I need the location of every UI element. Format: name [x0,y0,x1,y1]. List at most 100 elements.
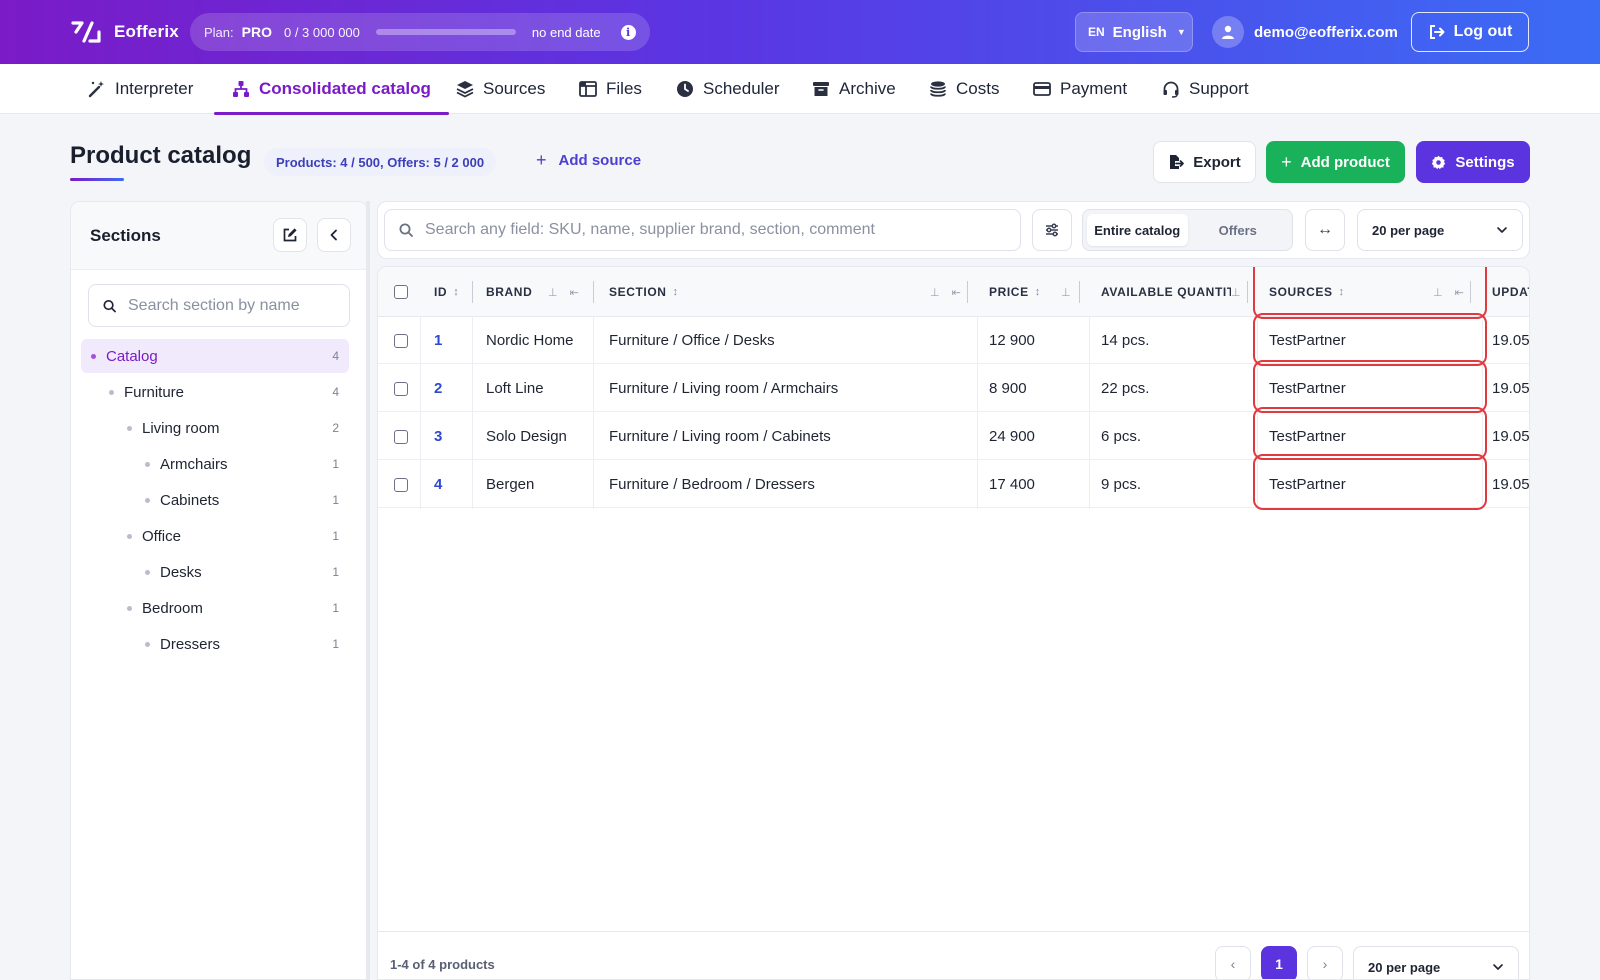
section-count: 1 [332,457,339,471]
nav-scheduler[interactable]: Scheduler [676,64,780,114]
user-email: demo@eofferix.com [1254,23,1398,41]
row-select[interactable] [394,413,408,460]
sort-icon[interactable]: ↕ [1035,286,1041,298]
nav-payment[interactable]: Payment [1033,64,1127,114]
clock-icon [677,81,693,97]
arrows-horizontal-icon: ↔ [1317,221,1333,238]
sources-cell-highlight [1253,360,1487,413]
column-resizer[interactable] [593,281,594,303]
sidebar-resize-handle[interactable] [366,201,370,980]
nav-files[interactable]: Files [579,64,642,114]
bullet-icon [109,389,114,395]
section-count: 1 [332,637,339,651]
nav-label: Costs [956,79,1000,98]
filter-button[interactable] [1032,209,1072,251]
cell-brand: Bergen [486,476,535,493]
section-tree-item[interactable]: Armchairs 1 [71,447,349,481]
nav-archive[interactable]: Archive [812,64,896,114]
page-button-1[interactable]: 1 [1261,946,1297,979]
search-icon [103,299,116,312]
per-page-select[interactable]: 20 per page [1357,209,1523,251]
collapse-sidebar-button[interactable] [317,218,351,252]
prev-page-button[interactable]: ‹ [1215,946,1251,979]
app-logo[interactable]: Eofferix [70,18,179,46]
cell-id[interactable]: 3 [434,413,442,460]
row-select[interactable] [394,317,408,364]
pin-icon[interactable]: ⊥ [930,286,940,299]
catalog-search-field[interactable] [384,209,1021,251]
column-resizer[interactable] [1079,281,1080,303]
select-all[interactable] [394,267,408,317]
section-tree-item[interactable]: Dressers 1 [71,627,349,661]
cell-id[interactable]: 1 [434,317,442,364]
column-header-price[interactable]: PRICE ↕ [989,267,1040,317]
row-select[interactable] [394,365,408,412]
sources-header-highlight [1253,267,1487,319]
bullet-icon [127,425,132,431]
nav-costs[interactable]: Costs [929,64,999,114]
section-tree-item[interactable]: Desks 1 [71,555,349,589]
row-checkbox[interactable] [394,333,408,348]
column-width-button[interactable]: ↔ [1305,209,1345,251]
column-header-id[interactable]: ID ↕ [434,267,459,317]
next-page-button[interactable]: › [1307,946,1343,979]
row-select[interactable] [394,461,408,508]
cell-price: 17 400 [989,476,1035,493]
logout-button[interactable]: Log out [1411,12,1529,52]
nav-sources[interactable]: Sources [456,64,545,114]
main-nav: Interpreter Consolidated catalog Sources… [0,64,1600,115]
info-icon[interactable]: i [620,24,636,40]
cell-id[interactable]: 4 [434,461,442,508]
section-tree-item[interactable]: Bedroom 1 [71,591,349,625]
page-title: Product catalog [70,142,252,169]
row-checkbox[interactable] [394,477,408,492]
column-header-updated[interactable]: UPDATED [1492,267,1529,317]
edit-sections-button[interactable] [273,218,307,252]
column-resizer[interactable] [472,281,473,303]
section-search-input[interactable] [128,296,335,315]
section-tree-item[interactable]: Furniture 4 [71,375,349,409]
add-source-link[interactable]: + Add source [536,150,641,171]
nav-interpreter[interactable]: Interpreter [88,64,193,114]
column-header-available-quantity[interactable]: AVAILABLE QUANTITY [1101,267,1231,317]
row-checkbox[interactable] [394,429,408,444]
language-selector[interactable]: EN English ▼ [1075,12,1193,52]
export-button[interactable]: Export [1153,141,1256,183]
scope-entire-catalog[interactable]: Entire catalog [1087,214,1188,246]
magic-wand-icon [88,81,104,98]
add-product-button[interactable]: + Add product [1266,141,1405,183]
export-label: Export [1193,153,1241,171]
nav-consolidated-catalog[interactable]: Consolidated catalog [214,64,449,115]
collapse-column-icon[interactable]: ⇤ [952,286,961,299]
pin-icon[interactable]: ⊥ [1231,286,1241,299]
catalog-search-input[interactable] [425,221,1005,239]
row-checkbox[interactable] [394,381,408,396]
column-resizer[interactable] [1247,281,1248,303]
sort-icon[interactable]: ↕ [673,286,679,298]
column-label: SECTION [609,285,667,299]
cell-id[interactable]: 2 [434,365,442,412]
sidebar-title: Sections [90,226,161,245]
column-resizer[interactable] [967,281,968,303]
column-header-brand[interactable]: BRAND [486,267,532,317]
user-menu[interactable]: demo@eofferix.com [1212,16,1398,48]
footer-per-page-select[interactable]: 20 per page [1353,946,1519,979]
section-tree-item[interactable]: Living room 2 [71,411,349,445]
logout-icon [1429,25,1445,39]
catalog-counts-badge: Products: 4 / 500, Offers: 5 / 2 000 [264,148,497,176]
section-tree-item[interactable]: Catalog 4 [81,339,349,373]
nav-support[interactable]: Support [1162,64,1249,114]
products-table: ID ↕ BRAND ⊥ ⇤ SECTION ↕ ⊥ ⇤ PRICE ↕ ⊥ AVAILA… [377,266,1530,980]
section-search-field[interactable] [88,284,350,327]
scope-offers[interactable]: Offers [1188,214,1289,246]
cell-section: Furniture / Living room / Armchairs [609,380,839,397]
collapse-column-icon[interactable]: ⇤ [570,286,579,299]
section-tree-item[interactable]: Office 1 [71,519,349,553]
pin-icon[interactable]: ⊥ [548,286,558,299]
sort-icon[interactable]: ↕ [453,286,459,298]
column-header-section[interactable]: SECTION ↕ [609,267,678,317]
pin-icon[interactable]: ⊥ [1061,286,1071,299]
settings-button[interactable]: Settings [1416,141,1530,183]
select-all-checkbox[interactable] [394,285,408,299]
section-tree-item[interactable]: Cabinets 1 [71,483,349,517]
